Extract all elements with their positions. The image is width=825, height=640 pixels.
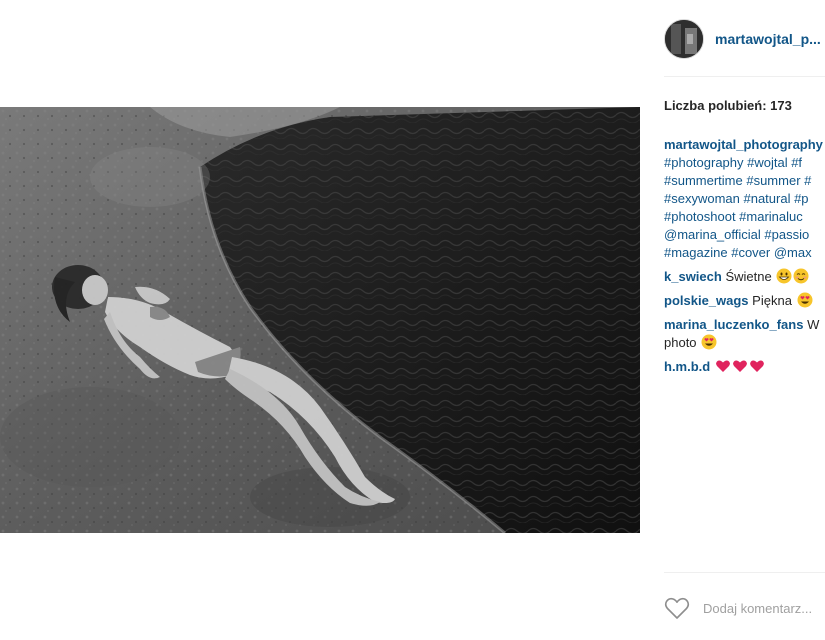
comment-username[interactable]: marina_luczenko_fans — [664, 317, 803, 332]
caption-username[interactable]: martawojtal_photography — [664, 136, 825, 154]
comments-list: k_swiech Świetne polskie_wags Piękna mar… — [664, 268, 825, 382]
post-header: martawojtal_p... — [664, 18, 825, 60]
heart-eyes-emoji-icon — [701, 334, 717, 350]
avatar-image — [665, 20, 703, 58]
heart-eyes-emoji-icon — [797, 292, 813, 308]
comment: marina_luczenko_fans W photo — [664, 316, 825, 352]
comment: h.m.b.d — [664, 358, 825, 376]
likes-count[interactable]: Liczba polubień: 173 — [664, 98, 792, 113]
heart-outline-icon[interactable] — [664, 596, 690, 620]
smile-emoji-icon — [793, 268, 809, 284]
photo-area — [0, 0, 640, 640]
avatar[interactable] — [664, 19, 704, 59]
caption: martawojtal_photography #photography #wo… — [664, 136, 825, 262]
caption-line[interactable]: #photography #wojtal #f — [664, 154, 825, 172]
comment-text: W — [807, 317, 820, 332]
comment: k_swiech Świetne — [664, 268, 825, 286]
red-heart-emoji-icon — [715, 360, 730, 372]
caption-line[interactable]: @marina_official #passio — [664, 226, 825, 244]
post-actions — [664, 594, 825, 622]
footer-divider — [664, 572, 825, 573]
caption-line[interactable]: #photoshoot #marinaluc — [664, 208, 825, 226]
instagram-post-page: martawojtal_p... Liczba polubień: 173 ma… — [0, 0, 825, 640]
photo-image — [0, 107, 640, 533]
header-divider — [664, 76, 825, 77]
comment-text-continued: photo — [664, 335, 697, 350]
comment-text: Świetne — [725, 269, 772, 284]
comment-username[interactable]: k_swiech — [664, 269, 722, 284]
grin-emoji-icon — [776, 268, 792, 284]
comment-username[interactable]: h.m.b.d — [664, 359, 710, 374]
post-username[interactable]: martawojtal_p... — [715, 31, 821, 47]
comment-input[interactable] — [703, 600, 825, 616]
caption-line[interactable]: #summertime #summer # — [664, 172, 825, 190]
post-photo[interactable] — [0, 107, 640, 533]
comment: polskie_wags Piękna — [664, 292, 825, 310]
comment-username[interactable]: polskie_wags — [664, 293, 749, 308]
caption-line[interactable]: #sexywoman #natural #p — [664, 190, 825, 208]
post-sidebar: martawojtal_p... Liczba polubień: 173 ma… — [640, 0, 825, 640]
red-heart-emoji-icon — [732, 360, 747, 372]
red-heart-emoji-icon — [749, 360, 764, 372]
caption-line[interactable]: #magazine #cover @max — [664, 244, 825, 262]
comment-text: Piękna — [752, 293, 792, 308]
